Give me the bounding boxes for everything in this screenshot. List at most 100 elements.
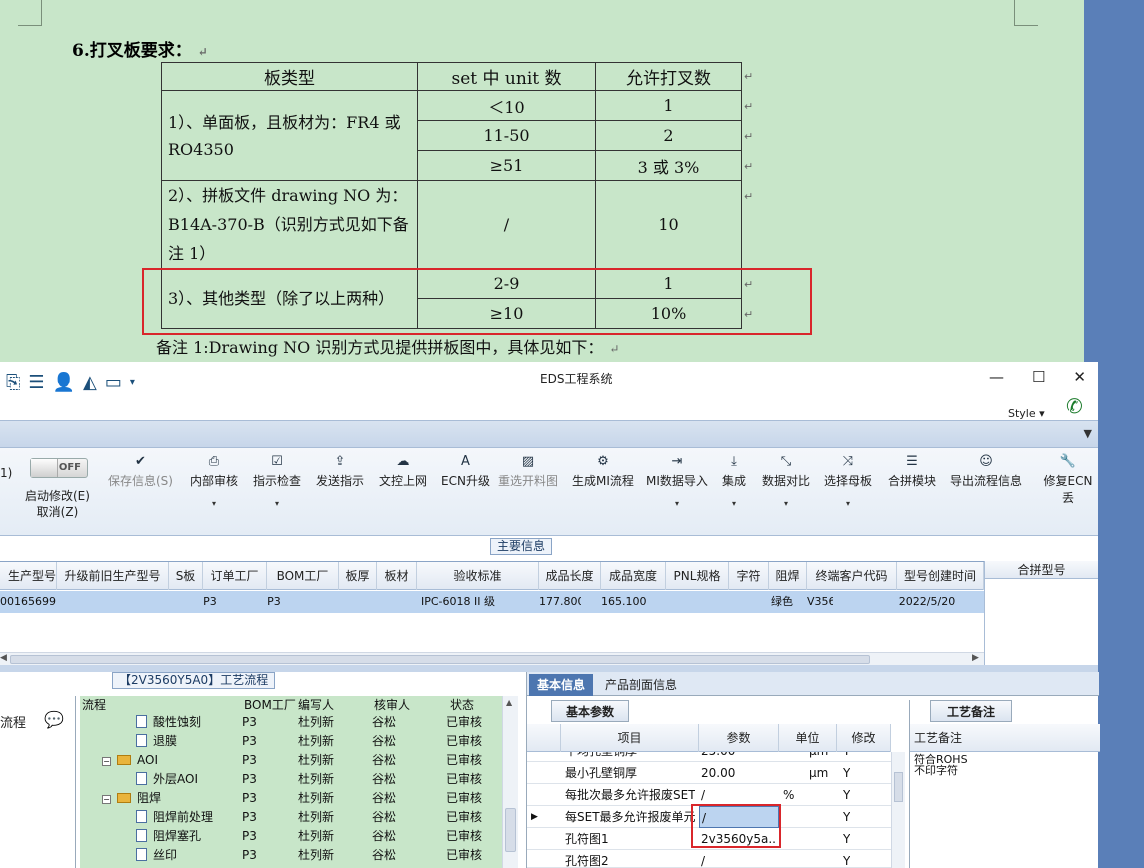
ecn-upgrade-button[interactable]: A ECN升级 (441, 452, 490, 489)
tab-process-notes[interactable]: 工艺备注 (930, 700, 1013, 722)
ribbon-left-text: 1) (0, 466, 13, 480)
column-header[interactable]: 终端客户代码 (807, 562, 897, 590)
process-nav-label[interactable]: 流程 (0, 712, 26, 731)
reselect-cutting-button[interactable]: ▨ 重选开料图 (498, 452, 558, 489)
column-header[interactable]: 成品长度 (539, 562, 601, 590)
tab-basic-params[interactable]: 基本参数 (551, 700, 630, 722)
tab-basic-info[interactable]: 基本信息 (529, 674, 594, 696)
notes-text[interactable]: 符合ROHS 不印字符 (914, 754, 968, 776)
export-process-button[interactable]: ☺ 导出流程信息 (950, 452, 1022, 489)
merge-module-button[interactable]: ☰ 合拼模块 (888, 452, 936, 489)
horizontal-scrollbar[interactable]: ◀ ▶ (0, 652, 984, 666)
column-header[interactable]: 项目 (561, 724, 699, 752)
instruction-check-button[interactable]: ☑ 指示检查 ▾ (253, 452, 301, 508)
table-cell: 11-50 (417, 120, 596, 151)
cancel-button[interactable]: 取消(Z) (25, 504, 90, 520)
scrollbar-thumb[interactable] (894, 772, 903, 802)
start-modify-button[interactable]: 启动修改(E) (25, 488, 90, 504)
table-row[interactable]: 每批次最多允许报废SET /% Y (527, 784, 891, 806)
scroll-right-icon[interactable]: ▶ (972, 653, 979, 663)
generate-mi-button[interactable]: ⚙ 生成MI流程 (572, 452, 634, 489)
save-info-button[interactable]: ✔ 保存信息(S) (108, 452, 173, 489)
column-header[interactable]: BOM工厂 (267, 562, 339, 590)
column-header[interactable]: PNL规格 (666, 562, 729, 590)
tree-row[interactable]: 丝印 P3 杜列新 谷松 已审核 (80, 846, 502, 865)
table-row[interactable]: 平均孔壁铜厚25.00μmY (527, 752, 891, 762)
main-info-tab[interactable]: 主要信息 (490, 538, 553, 555)
grid-cell: P3 (267, 595, 281, 608)
table-cell: 2）、拼板文件 drawing NO 为：B14A-370-B（识别方式见如下备… (161, 180, 418, 269)
tree-row[interactable]: 退膜 P3 杜列新 谷松 已审核 (80, 732, 502, 751)
column-header[interactable]: 字符 (729, 562, 769, 590)
column-header[interactable]: BOM工厂 (244, 696, 296, 714)
table-row[interactable]: 孔符图2/Y (527, 850, 891, 868)
tree-row[interactable]: 阻焊塞孔 P3 杜列新 谷松 已审核 (80, 827, 502, 846)
copy-icon[interactable]: ⎘ (6, 372, 20, 393)
data-compare-button[interactable]: ⤡ 数据对比 ▾ (762, 452, 810, 508)
scroll-left-icon[interactable]: ◀ (0, 653, 7, 663)
doc-heading: 6.打叉板要求： ↵ (72, 41, 208, 61)
column-header[interactable]: 状态 (450, 696, 474, 714)
column-header[interactable]: 阻焊 (769, 562, 807, 590)
column-header[interactable]: 参数 (699, 724, 779, 752)
column-header[interactable]: 核审人 (374, 696, 410, 714)
param-grid: 项目 参数 单位 修改 平均孔壁铜厚25.00μmY 最小孔壁铜厚20.00μm… (527, 724, 907, 868)
ribbon-toolbar: 1) OFF 启动修改(E) 取消(Z) ✔ 保存信息(S) ⎙ 内部审核 ▾ ☑ 指示… (0, 448, 1098, 536)
page-corner-mark (1014, 0, 1038, 26)
column-header[interactable]: 订单工厂 (203, 562, 267, 590)
mi-data-import-button[interactable]: ⇥ MI数据导入 ▾ (646, 452, 708, 508)
folder-icon (117, 793, 131, 803)
column-header[interactable]: 生产型号 (0, 562, 57, 590)
collapse-icon[interactable]: − (102, 795, 111, 804)
column-header[interactable]: 编写人 (298, 696, 334, 714)
collapse-icon[interactable]: − (102, 757, 111, 766)
tab-product-profile[interactable]: 产品剖面信息 (597, 674, 685, 696)
maximize-button[interactable]: ☐ (1032, 368, 1045, 386)
integrate-button[interactable]: ⤓ 集成 ▾ (722, 452, 746, 508)
internal-review-button[interactable]: ⎙ 内部审核 ▾ (190, 452, 238, 508)
monitor-icon[interactable]: ▭ (105, 372, 122, 393)
column-header[interactable]: 型号创建时间 (897, 562, 984, 590)
table-row[interactable]: 00165699 P3 P3 IPC-6018 II 级 177.800 165… (0, 591, 984, 613)
vertical-scrollbar[interactable] (891, 752, 905, 868)
tree-row[interactable]: − 阻焊 P3 杜列新 谷松 已审核 (80, 789, 502, 808)
phone-icon[interactable]: ✆ (1066, 394, 1083, 418)
scrollbar-thumb[interactable] (10, 655, 870, 664)
column-header[interactable]: S板 (169, 562, 203, 590)
style-dropdown[interactable]: Style ▾ (1008, 407, 1045, 420)
close-button[interactable]: ✕ (1073, 368, 1086, 386)
tree-row[interactable]: 酸性蚀刻 P3 杜列新 谷松 已审核 (80, 713, 502, 732)
send-instruction-button[interactable]: ⇪ 发送指示 (316, 452, 364, 489)
column-header[interactable]: 升级前旧生产型号 (57, 562, 169, 590)
column-header[interactable]: 板材 (377, 562, 417, 590)
fix-ecn-button[interactable]: 🔧 修复ECN丢 (1038, 452, 1098, 506)
column-header[interactable]: 成品宽度 (601, 562, 666, 590)
vertical-scrollbar[interactable]: ▲ (502, 696, 518, 868)
column-header[interactable]: 单位 (779, 724, 837, 752)
image-icon: ▨ (521, 454, 535, 469)
user-icon[interactable]: 👤 (53, 372, 75, 393)
panel-splitter[interactable] (0, 665, 1098, 672)
column-header[interactable]: 板厚 (339, 562, 377, 590)
column-header[interactable]: 流程 (82, 696, 106, 714)
edit-toggle-switch[interactable]: OFF (30, 458, 88, 478)
minimize-button[interactable]: — (989, 368, 1004, 386)
tree-row[interactable]: 阻焊前处理 P3 杜列新 谷松 已审核 (80, 808, 502, 827)
column-header[interactable]: 修改 (837, 724, 891, 752)
table-row[interactable]: 最小孔壁铜厚 20.00 μm Y (527, 762, 891, 784)
scroll-up-icon[interactable]: ▲ (506, 698, 512, 707)
scrollbar-thumb[interactable] (505, 808, 516, 852)
select-motherboard-button[interactable]: ⤨ 选择母板 ▾ (824, 452, 872, 508)
table-cell: 10 (595, 180, 742, 269)
doc-control-online-button[interactable]: ☁ 文控上网 (379, 452, 427, 489)
sign-in-icon: ⇥ (671, 454, 683, 469)
tree-row[interactable]: 外层AOI P3 杜列新 谷松 已审核 (80, 770, 502, 789)
qat-dropdown-icon[interactable]: ▾ (130, 377, 135, 388)
comment-icon[interactable]: 💬 (44, 710, 64, 729)
list-icon[interactable]: ☰ (28, 372, 44, 393)
ribbon-collapse-icon[interactable]: ▼ (1084, 427, 1092, 440)
tree-row[interactable]: − AOI P3 杜列新 谷松 已审核 (80, 751, 502, 770)
process-panel-title: 【2V3560Y5A0】工艺流程 (112, 672, 276, 689)
column-header[interactable]: 验收标准 (417, 562, 539, 590)
area-chart-icon[interactable]: ◭ (83, 372, 97, 393)
